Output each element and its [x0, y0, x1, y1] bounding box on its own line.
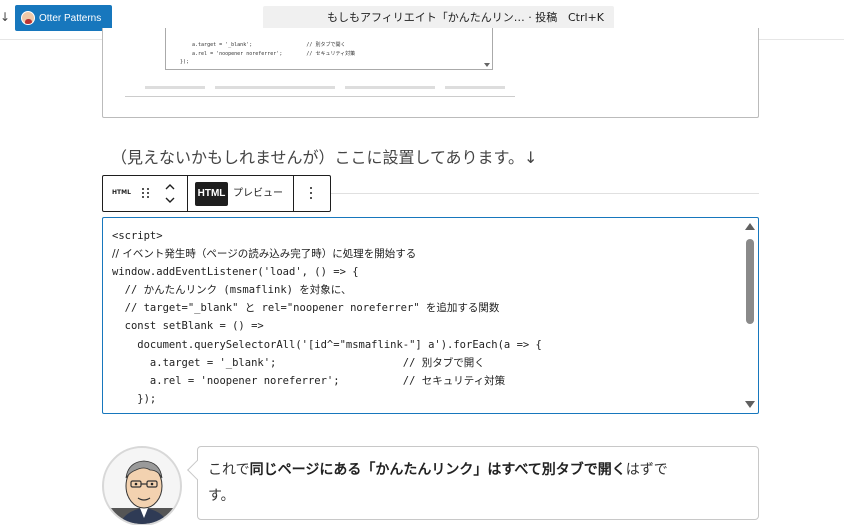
code-line: const setBlank = () =>: [112, 320, 264, 333]
code-line: a.rel = 'noopener noreferrer'; // セキュリティ…: [112, 374, 506, 387]
command-palette-bar[interactable]: もしもアフィリエイト「かんたんリン… · 投稿 Ctrl+K: [263, 6, 614, 30]
divider: [125, 96, 515, 97]
move-up-icon[interactable]: [165, 184, 175, 190]
code-line: // イベント発生時（ページの読み込み完了時）に処理を開始する: [112, 248, 417, 261]
document-title: もしもアフィリエイト「かんたんリン… · 投稿: [327, 11, 558, 24]
speech-balloon: これで同じページにある「かんたんリンク」はすべて別タブで開くはずで す。: [197, 446, 759, 520]
move-down-icon[interactable]: [165, 197, 175, 203]
mini-code-line: a.rel = 'noopener noreferrer'; // セキュリティ…: [186, 51, 356, 57]
scroll-down-icon[interactable]: [745, 401, 755, 408]
code-line: a.target = '_blank'; // 別タブで開く: [112, 356, 485, 369]
mini-code-line: a.target = '_blank'; // 別タブで開く: [186, 42, 346, 48]
code-line: <script>: [112, 230, 163, 242]
html-code-editor[interactable]: <script> // イベント発生時（ページの読み込み完了時）に処理を開始する…: [102, 217, 759, 414]
author-avatar: [102, 446, 182, 525]
mini-scroll-down-icon: [484, 63, 490, 67]
toolbar-separator: [293, 176, 294, 211]
site-name: Otter Patterns: [39, 12, 102, 24]
cut-off-text: [125, 83, 515, 92]
balloon-text: これで同じページにある「かんたんリンク」はすべて別タブで開くはずで す。: [208, 462, 668, 504]
scroll-up-icon[interactable]: [745, 223, 755, 230]
editor-scrollbar[interactable]: [742, 218, 758, 413]
site-button[interactable]: Otter Patterns: [15, 5, 112, 31]
block-toolbar: HTML HTML プレビュー: [102, 175, 331, 212]
scroll-thumb[interactable]: [746, 239, 754, 324]
mini-code-preview: a.target = '_blank'; // 別タブで開く a.rel = '…: [165, 28, 493, 70]
tab-html[interactable]: HTML: [195, 182, 228, 206]
code-line: document.querySelectorAll('[id^="msmafli…: [112, 338, 542, 351]
command-shortcut: Ctrl+K: [567, 11, 604, 24]
html-block-icon[interactable]: HTML: [112, 189, 131, 196]
edge-glyph: ↓: [0, 10, 11, 24]
code-line: });: [112, 392, 157, 405]
code-line: // かんたんリンク (msmaflink) を対象に、: [112, 284, 352, 297]
code-content: <script> // イベント発生時（ページの読み込み完了時）に処理を開始する…: [112, 227, 542, 408]
tab-preview[interactable]: プレビュー: [233, 182, 283, 206]
toolbar-separator: [187, 176, 188, 211]
code-line: window.addEventListener('load', () => {: [112, 266, 359, 279]
drag-handle-icon[interactable]: [141, 186, 151, 200]
mini-code-line: });: [180, 59, 190, 65]
more-options-icon[interactable]: [309, 186, 313, 200]
site-avatar-icon: [21, 11, 35, 25]
code-line: // target="_blank" と rel="noopener noref…: [112, 302, 500, 315]
toolbar-rule: [331, 193, 759, 194]
previous-block-preview[interactable]: a.target = '_blank'; // 別タブで開く a.rel = '…: [102, 28, 759, 118]
author-face-icon: [104, 460, 180, 524]
paragraph-text[interactable]: （見えないかもしれませんが）ここに設置してあります。↓: [111, 144, 537, 168]
